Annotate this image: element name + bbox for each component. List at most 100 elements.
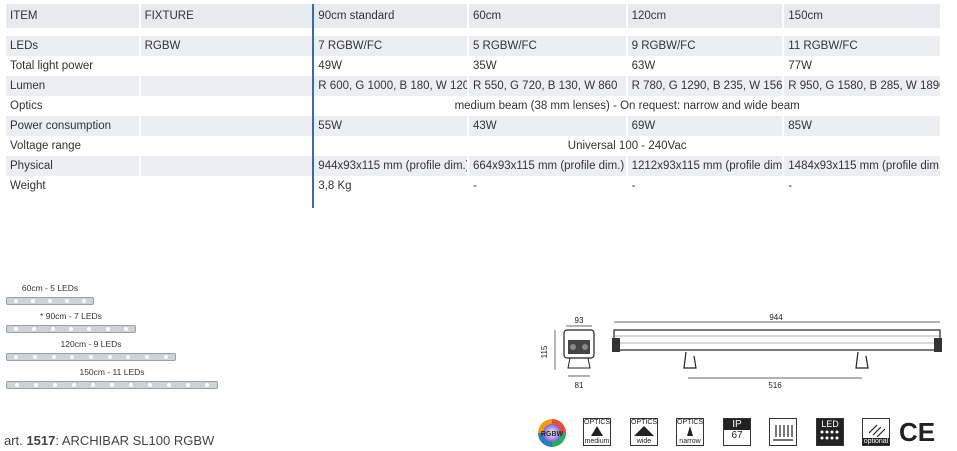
cell: 9 RGBW/FC xyxy=(627,36,783,56)
bar-label-60: 60cm - 5 LEDs xyxy=(21,283,79,293)
cell: R 950, G 1580, B 285, W 1890 xyxy=(784,76,940,96)
led-dot xyxy=(163,355,168,359)
led-dot xyxy=(69,327,73,331)
cell: 43W xyxy=(468,116,626,136)
row-fixture xyxy=(141,96,313,116)
column-separator xyxy=(312,4,314,208)
optics-medium-icon: OPTICS medium xyxy=(583,418,611,446)
table-row: Total light power 49W 35W 63W 77W xyxy=(6,56,940,76)
dim-width: 93 xyxy=(575,316,584,325)
led-dot xyxy=(33,355,37,359)
cell: 7 RGBW/FC xyxy=(314,36,467,56)
led-dot xyxy=(145,355,149,359)
led-dot xyxy=(107,355,112,359)
table-row: Optics medium beam (38 mm lenses) - On r… xyxy=(6,96,940,116)
row-fixture xyxy=(141,136,313,156)
cell: 49W xyxy=(318,60,342,72)
led-dot xyxy=(51,355,56,359)
table-header-row: ITEM FIXTURE 90cm standard 60cm 120cm 15… xyxy=(6,4,940,28)
led-dot xyxy=(14,327,19,331)
article-title: art. 1517: ARCHIBAR SL100 RGBW xyxy=(4,433,215,448)
table-row: Lumen R 600, G 1000, B 180, W 1200 R 550… xyxy=(6,76,940,96)
cell: - xyxy=(472,180,477,192)
table-row: Physical 944x93x115 mm (profile dim.) 66… xyxy=(6,156,940,176)
cell: 1212x93x115 mm (profile dim.) xyxy=(627,156,783,176)
led-dot xyxy=(89,355,93,359)
cell-span: medium beam (38 mm lenses) - On request:… xyxy=(454,100,800,112)
header-120cm: 120cm xyxy=(627,4,783,28)
row-label: Optics xyxy=(10,100,43,112)
dim-height: 115 xyxy=(540,345,549,358)
ip67-icon: IP 67 xyxy=(723,418,751,446)
dim-mount-spacing: 516 xyxy=(768,381,782,390)
cell: R 780, G 1290, B 235, W 1560 xyxy=(627,76,783,96)
led-bar xyxy=(6,325,136,333)
row-label: Weight xyxy=(10,180,46,192)
row-fixture xyxy=(140,156,313,176)
row-label: Total light power xyxy=(10,60,94,72)
cell-span: Universal 100 - 240Vac xyxy=(567,140,687,152)
led-bar xyxy=(6,353,176,361)
row-fixture: RGBW xyxy=(140,36,313,56)
led-dot xyxy=(70,355,75,359)
led-dot xyxy=(50,327,55,331)
cell: 664x93x115 mm (profile dim.) xyxy=(468,156,626,176)
led-dot xyxy=(52,383,57,387)
row-label: Voltage range xyxy=(10,140,81,152)
led-dot xyxy=(167,383,172,387)
led-dot xyxy=(123,327,128,331)
led-dot xyxy=(14,383,19,387)
led-dot xyxy=(110,383,114,387)
dmx-optional-icon: optional xyxy=(862,418,890,446)
spec-table: ITEM FIXTURE 90cm standard 60cm 120cm 15… xyxy=(4,4,942,196)
cell: R 600, G 1000, B 180, W 1200 xyxy=(314,76,467,96)
led-dot xyxy=(30,299,35,303)
led-dot xyxy=(129,383,134,387)
cell: - xyxy=(788,180,793,192)
cell: - xyxy=(631,180,636,192)
led-dot xyxy=(90,383,95,387)
led-dot xyxy=(13,299,18,303)
optics-wide-icon: OPTICS wide xyxy=(630,418,658,446)
row-fixture xyxy=(140,76,313,96)
cell: 69W xyxy=(627,116,783,136)
led-dot xyxy=(82,299,87,303)
led-dot xyxy=(148,383,153,387)
cell: 5 RGBW/FC xyxy=(468,36,626,56)
certification-icons: RGBW OPTICS medium OPTICS wide OPTICS narro… xyxy=(535,416,945,450)
cell: 35W xyxy=(472,60,497,72)
led-dot xyxy=(105,327,110,331)
bar-label-150: 150cm - 11 LEDs xyxy=(79,367,145,377)
svg-text:RGBW: RGBW xyxy=(541,431,564,438)
header-90cm: 90cm standard xyxy=(314,4,467,28)
bar-label-90: * 90cm - 7 LEDs xyxy=(40,311,102,321)
table-row: LEDs RGBW 7 RGBW/FC 5 RGBW/FC 9 RGBW/FC … xyxy=(6,36,940,56)
row-label: Power consumption xyxy=(6,116,139,136)
led-dot xyxy=(48,299,52,303)
led-dot xyxy=(71,383,76,387)
cell: 85W xyxy=(784,116,940,136)
rgbw-icon: RGBW xyxy=(537,418,567,447)
table-row: Power consumption 55W 43W 69W 85W xyxy=(6,116,940,136)
row-fixture xyxy=(140,116,313,136)
cell: 944x93x115 mm (profile dim.) xyxy=(314,156,467,176)
bar-label-120: 120cm - 9 LEDs xyxy=(60,339,122,349)
cell: 11 RGBW/FC xyxy=(784,36,940,56)
cell: 77W xyxy=(788,60,812,72)
optics-narrow-icon: OPTICS narrow xyxy=(676,418,704,446)
cell: 55W xyxy=(314,116,467,136)
led-dot xyxy=(186,383,191,387)
row-fixture xyxy=(141,176,313,196)
led-dot xyxy=(33,383,38,387)
header-fixture: FIXTURE xyxy=(140,4,313,28)
header-60cm: 60cm xyxy=(468,4,626,28)
cell: R 550, G 720, B 130, W 860 xyxy=(468,76,626,96)
row-label: Physical xyxy=(6,156,139,176)
led-dot xyxy=(87,327,92,331)
cell: 63W xyxy=(631,60,656,72)
header-150cm: 150cm xyxy=(784,4,940,28)
row-label: LEDs xyxy=(6,36,139,56)
cell: 1484x93x115 mm (profile dim.) xyxy=(784,156,940,176)
row-fixture xyxy=(141,56,313,76)
led-dot xyxy=(205,383,210,387)
